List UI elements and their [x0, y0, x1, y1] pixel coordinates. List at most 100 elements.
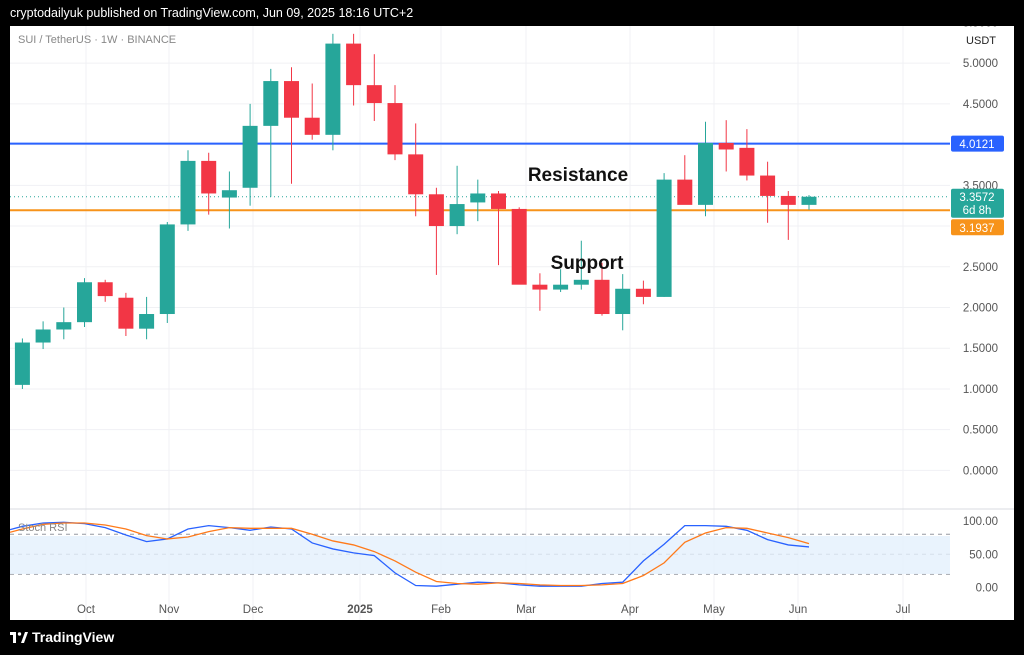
candle-body [760, 175, 776, 196]
candle-body [780, 195, 796, 205]
candle [449, 165, 465, 235]
time-tick-label: Oct [77, 604, 96, 616]
candle [491, 191, 506, 266]
candle [656, 173, 672, 297]
price-tick-label: 5.0000 [963, 58, 998, 70]
candle [615, 274, 631, 331]
support-price-tag: 3.1937 [951, 219, 1004, 236]
chart-canvas[interactable]: 5.50005.00004.50004.00003.50003.00002.50… [10, 26, 1014, 620]
stoch-rsi-label: Stoch RSI [18, 522, 68, 534]
candle-body [470, 193, 486, 203]
candle-body [739, 147, 755, 176]
candle-body [14, 342, 30, 385]
candle [780, 191, 796, 240]
footer: TradingView [0, 620, 1024, 655]
candle-body [635, 288, 651, 297]
candle [118, 292, 134, 337]
candle-body [656, 179, 672, 297]
candle [428, 187, 444, 275]
price-tick-label: 4.5000 [963, 99, 998, 111]
candle-body [449, 204, 465, 227]
candle [284, 67, 299, 184]
price-tick-label: 0.5000 [963, 425, 998, 437]
price-tick-label: 1.0000 [963, 384, 998, 396]
candle [532, 273, 548, 311]
candle-body [677, 179, 693, 205]
candle [35, 321, 51, 350]
resistance-annotation: Resistance [528, 165, 628, 186]
stoch-tick-label: 50.00 [969, 549, 998, 561]
candle-body [491, 193, 506, 209]
support-annotation: Support [551, 253, 624, 274]
candle-body [201, 160, 217, 194]
time-tick-label: Jun [789, 604, 808, 616]
price-tick-label: 2.0000 [963, 303, 998, 315]
candle [97, 279, 113, 302]
candle-body [56, 322, 72, 330]
candle-body [428, 194, 444, 227]
candle [739, 129, 755, 181]
last-price-tag-text: 6d 8h [963, 205, 992, 217]
publish-header: cryptodailyuk published on TradingView.c… [10, 6, 414, 20]
tradingview-brand[interactable]: TradingView [32, 629, 114, 645]
candle-body [77, 282, 92, 323]
support-price-tag-text: 3.1937 [959, 223, 994, 235]
candle [760, 161, 776, 223]
resistance-price-tag-text: 4.0121 [959, 139, 994, 151]
candle-body [594, 279, 610, 315]
candle [718, 120, 734, 172]
candle [263, 68, 279, 197]
candle [698, 121, 713, 217]
time-tick-label: 2025 [347, 604, 373, 616]
candle-body [573, 279, 589, 285]
candle-body [801, 196, 817, 205]
candle [77, 278, 92, 328]
candle [242, 103, 258, 206]
candle [14, 338, 30, 389]
candle-body [180, 160, 196, 225]
candle-body [139, 314, 155, 329]
candle-body [242, 125, 258, 188]
chart-panel[interactable]: 5.50005.00004.50004.00003.50003.00002.50… [10, 26, 1014, 620]
candle [801, 195, 817, 210]
candle [221, 171, 237, 229]
time-tick-label: Nov [159, 604, 180, 616]
candles [14, 33, 817, 389]
candle-body [532, 284, 548, 290]
last-price-tag-text: 3.3572 [959, 192, 994, 204]
candle-body [97, 282, 113, 297]
symbol-title: SUI / TetherUS · 1W · BINANCE [18, 34, 177, 46]
candle [408, 123, 424, 217]
candle-body [263, 81, 279, 126]
time-tick-label: Dec [243, 604, 264, 616]
currency-label[interactable]: USDT [966, 35, 996, 47]
last-price-tag: 3.35726d 8h [951, 188, 1004, 218]
candle [511, 207, 527, 285]
grid [10, 26, 1014, 620]
time-tick-label: Mar [516, 604, 536, 616]
time-axis: Oct Nov Dec 2025 Feb Mar Apr May Jun Jul [77, 604, 910, 616]
price-tick-label: 5.5000 [963, 26, 998, 29]
time-tick-label: Feb [431, 604, 451, 616]
price-tick-label: 0.0000 [963, 465, 998, 477]
candle [677, 155, 693, 205]
candle-body [615, 288, 631, 315]
candle-body [159, 224, 175, 315]
tradingview-logo-icon [10, 632, 28, 643]
price-tick-label: 2.5000 [963, 262, 998, 274]
candle [201, 152, 217, 215]
candle [180, 150, 196, 231]
candle-body [304, 117, 320, 135]
candle [346, 33, 362, 106]
price-tick-label: 1.5000 [963, 343, 998, 355]
resistance-price-tag: 4.0121 [951, 135, 1004, 152]
candle [387, 85, 403, 161]
candle-body [718, 142, 734, 150]
candle [159, 221, 175, 323]
time-tick-label: May [703, 604, 725, 616]
candle-body [387, 103, 403, 155]
candle-body [698, 142, 713, 205]
candle [635, 280, 651, 305]
time-tick-label: Apr [621, 604, 639, 616]
stoch-tick-label: 0.00 [976, 583, 998, 595]
